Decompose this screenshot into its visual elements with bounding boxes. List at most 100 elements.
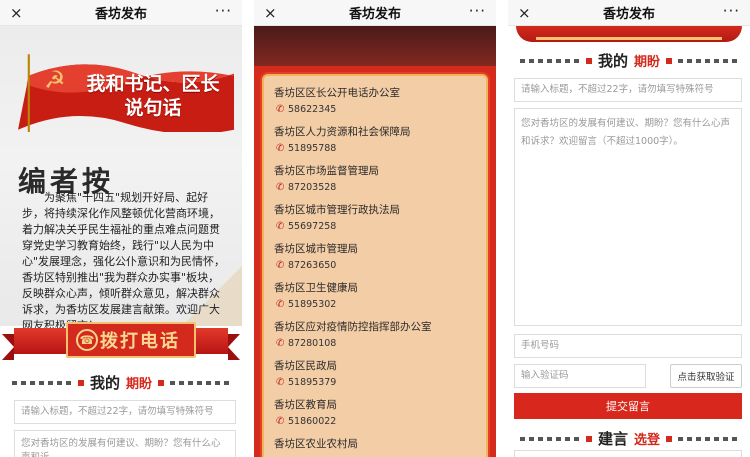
department-name: 香坊区民政局 <box>274 360 337 372</box>
list-item[interactable]: 香坊区城市管理局 ✆ 87263650 <box>274 242 480 272</box>
heading-main: 我的 <box>597 52 628 70</box>
page-title: 香坊发布 <box>602 7 655 22</box>
panel-department-phones: × 香坊发布 ··· 香坊区区长公开电话办公室 ✆ 58622345 香坊区人力资… <box>254 0 496 457</box>
heading-main: 建言 <box>597 430 628 448</box>
list-item[interactable]: 香坊区城市管理行政执法局 ✆ 55697258 <box>274 203 480 233</box>
phone-input[interactable]: 手机号码 <box>514 334 742 358</box>
phone-icon: ✆ <box>276 143 285 154</box>
heading-marker <box>158 379 165 386</box>
editor-note-body: 为聚焦"十四五"规划开好局、起好步，将持续深化作风整顿优化营商环境，着力解决关乎… <box>22 191 226 332</box>
department-name: 香坊区市场监督管理局 <box>274 165 379 177</box>
department-phone[interactable]: ✆ 51895379 <box>274 377 480 389</box>
phone-number[interactable]: 51895379 <box>288 377 336 388</box>
phone-icon: ✆ <box>276 260 285 271</box>
divider-right <box>170 380 231 385</box>
divider-right <box>678 436 739 441</box>
list-item[interactable]: 香坊区应对疫情防控指挥部办公室 ✆ 87280108 <box>274 320 480 350</box>
phone-number[interactable]: 87280108 <box>288 338 336 349</box>
list-item[interactable]: 香坊区教育局 ✆ 51860022 <box>274 398 480 428</box>
my-hope-heading: 我的 期盼 <box>0 372 242 393</box>
department-phone[interactable]: ✆ 51895788 <box>274 143 480 155</box>
phone-icon: ☎ <box>76 329 98 351</box>
department-name: 香坊区卫生健康局 <box>274 282 358 294</box>
top-bar: × 香坊发布 ··· <box>0 0 242 26</box>
hero-title: 我和书记、区长 说句话 <box>78 72 228 120</box>
close-icon[interactable]: × <box>518 4 531 22</box>
phone-number[interactable]: 87263650 <box>288 260 336 271</box>
list-item[interactable]: 香坊区人力资源和社会保障局 ✆ 51895788 <box>274 125 480 155</box>
list-item[interactable]: 香坊区卫生健康局 ✆ 51895302 <box>274 281 480 311</box>
ribbon-decoration <box>516 26 742 42</box>
content-textarea[interactable]: 您对香坊区的发展有何建议、期盼？您有什么心声和诉求？欢迎留言（不超过1000字）… <box>514 108 742 326</box>
list-item[interactable]: 香坊区区长公开电话办公室 ✆ 58622345 <box>274 86 480 116</box>
heading-accent: 期盼 <box>634 55 661 70</box>
heading-main: 我的 <box>89 374 120 392</box>
hero-title-line1: 我和书记、区长 <box>86 73 220 95</box>
heading-marker <box>666 435 673 442</box>
department-name: 香坊区城市管理行政执法局 <box>274 204 400 216</box>
phone-icon: ✆ <box>276 221 285 232</box>
page-title: 香坊发布 <box>348 7 401 22</box>
heading-marker <box>585 57 592 64</box>
phone-number[interactable]: 51860022 <box>288 416 336 427</box>
heading-marker <box>585 435 592 442</box>
top-bar: × 香坊发布 ··· <box>508 0 750 26</box>
phone-number[interactable]: 51895788 <box>288 143 336 154</box>
department-phone[interactable]: ✆ 87280108 <box>274 338 480 350</box>
heading-accent: 选登 <box>634 433 661 448</box>
party-emblem-icon: ☭ <box>44 66 66 94</box>
phone-icon: ✆ <box>276 299 285 310</box>
divider-left <box>519 58 580 63</box>
phone-icon: ✆ <box>276 104 285 115</box>
divider-right <box>678 58 739 63</box>
hero-title-line2: 说句话 <box>124 97 182 119</box>
page-title: 香坊发布 <box>94 7 147 22</box>
more-icon[interactable]: ··· <box>215 2 232 20</box>
department-name: 香坊区农业农村局 <box>274 438 358 450</box>
submit-button[interactable]: 提交留言 <box>514 393 742 419</box>
department-name: 香坊区区长公开电话办公室 <box>274 87 400 99</box>
department-phone[interactable]: ✆ 51860022 <box>274 416 480 428</box>
list-item[interactable]: 香坊区民政局 ✆ 51895379 <box>274 359 480 389</box>
heading-marker <box>77 379 84 386</box>
call-phone-banner[interactable]: 拨打电话 ☎ <box>2 322 240 362</box>
title-input[interactable]: 请输入标题，不超过22字，请勿填写特殊符号 <box>14 400 236 424</box>
department-phone[interactable]: ✆ 87203528 <box>274 182 480 194</box>
more-icon[interactable]: ··· <box>469 2 486 20</box>
department-name: 香坊区应对疫情防控指挥部办公室 <box>274 321 432 333</box>
phone-number[interactable]: 51895302 <box>288 299 336 310</box>
divider-left <box>519 436 580 441</box>
phone-icon: ✆ <box>276 338 285 349</box>
content-textarea[interactable]: 您对香坊区的发展有何建议、期盼？您有什么心声和诉 <box>14 430 236 457</box>
list-item[interactable]: 香坊区农业农村局 <box>274 437 480 451</box>
close-icon[interactable]: × <box>264 4 277 22</box>
phone-number[interactable]: 55697258 <box>288 221 336 232</box>
suggestion-list-box <box>514 450 742 457</box>
top-bar: × 香坊发布 ··· <box>254 0 496 26</box>
get-code-button[interactable]: 点击获取验证 <box>670 364 742 388</box>
department-phone[interactable]: ✆ 58622345 <box>274 104 480 116</box>
title-input[interactable]: 请输入标题，不超过22字，请勿填写特殊符号 <box>514 78 742 102</box>
phone-list-card: 香坊区区长公开电话办公室 ✆ 58622345 香坊区人力资源和社会保障局 ✆ 51… <box>262 74 488 457</box>
verification-code-input[interactable]: 输入验证码 <box>514 364 646 388</box>
department-name: 香坊区人力资源和社会保障局 <box>274 126 411 138</box>
suggestion-heading: 建言 选登 <box>508 428 750 449</box>
department-name: 香坊区城市管理局 <box>274 243 358 255</box>
phone-number[interactable]: 58622345 <box>288 104 336 115</box>
heading-accent: 期盼 <box>126 377 153 392</box>
heading-marker <box>666 57 673 64</box>
phone-icon: ✆ <box>276 416 285 427</box>
department-name: 香坊区教育局 <box>274 399 337 411</box>
phone-icon: ✆ <box>276 377 285 388</box>
divider-left <box>11 380 72 385</box>
panel-message-form: × 香坊发布 ··· 我的 期盼 请输入标题，不超过22字，请勿填写特殊符号 您对… <box>508 0 750 457</box>
department-phone[interactable]: ✆ 87263650 <box>274 260 480 272</box>
my-hope-heading: 我的 期盼 <box>508 50 750 71</box>
list-item[interactable]: 香坊区市场监督管理局 ✆ 87203528 <box>274 164 480 194</box>
close-icon[interactable]: × <box>10 4 23 22</box>
more-icon[interactable]: ··· <box>723 2 740 20</box>
phone-number[interactable]: 87203528 <box>288 182 336 193</box>
department-phone[interactable]: ✆ 51895302 <box>274 299 480 311</box>
department-phone[interactable]: ✆ 55697258 <box>274 221 480 233</box>
panel-intro: × 香坊发布 ··· ☭ 我和书记、区长 说句话 编者按 为聚焦"十四五"规划开… <box>0 0 242 457</box>
